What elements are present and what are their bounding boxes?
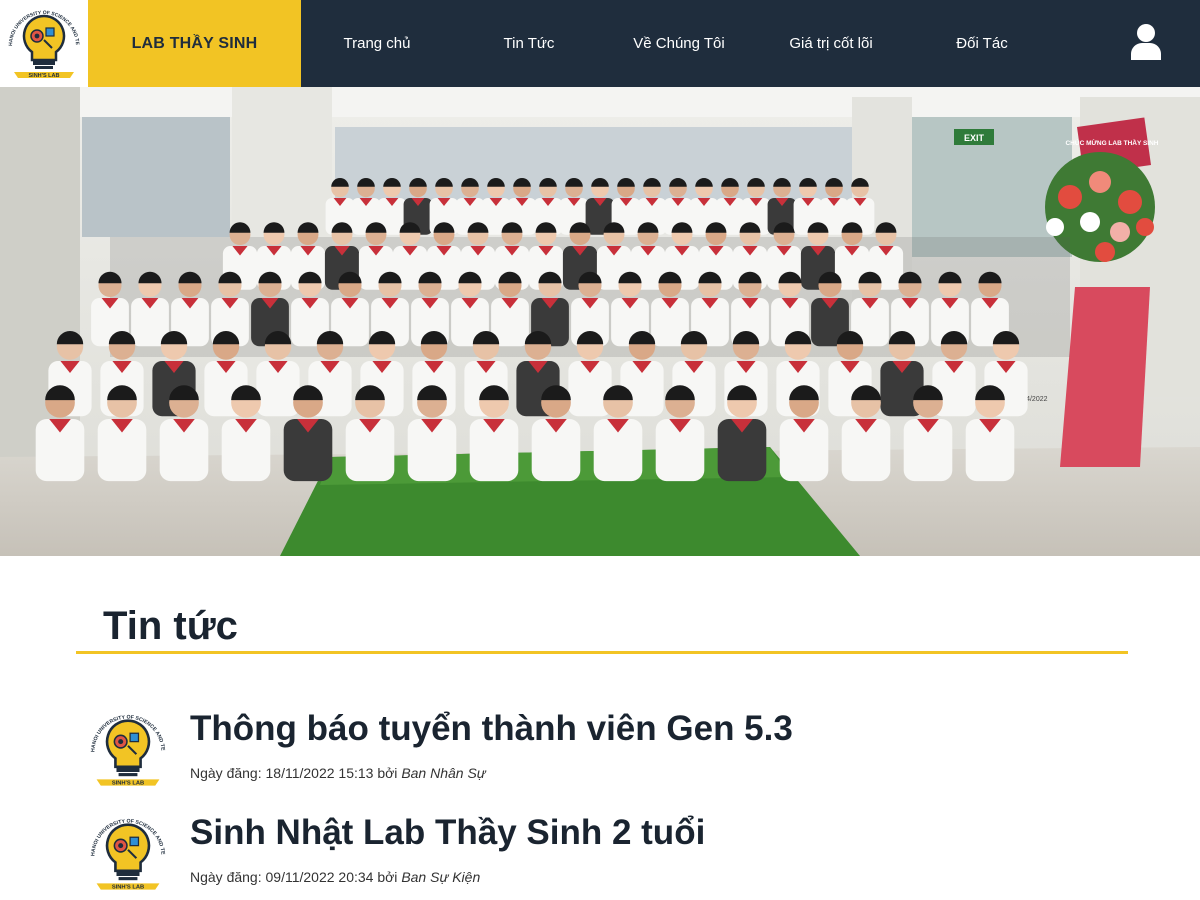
nav-partners[interactable]: Đối Tác xyxy=(921,0,1043,87)
lightbulb-logo-icon: SINH'S LAB HANOI UNIVERSITY OF SCIENCE A… xyxy=(2,2,80,79)
nav-core-values[interactable]: Giá trị cốt lõi xyxy=(770,0,892,87)
nav-home[interactable]: Trang chủ xyxy=(316,0,438,87)
lightbulb-logo-icon: SINH'S LAB HANOI UNIVERSITY OF SCIENCE A… xyxy=(82,702,166,787)
article-author[interactable]: Ban Sự Kiện xyxy=(401,869,480,885)
article-meta: Ngày đăng: 09/11/2022 20:34 bởi Ban Sự K… xyxy=(190,869,480,885)
top-navbar: SINH'S LAB HANOI UNIVERSITY OF SCIENCE A… xyxy=(0,0,1200,87)
article-date: Ngày đăng: 09/11/2022 20:34 bởi xyxy=(190,869,402,885)
article-thumbnail[interactable]: SINH'S LAB HANOI UNIVERSITY OF SCIENCE A… xyxy=(82,806,172,898)
logo-ribbon-text: SINH'S LAB xyxy=(29,73,60,79)
article-meta: Ngày đăng: 18/11/2022 15:13 bởi Ban Nhân… xyxy=(190,765,486,781)
logo-ribbon-text: SINH'S LAB xyxy=(112,781,144,787)
hero-group-photo: EXIT CHÚC MỪNG LAB THẦY SINH 20/04/2022 xyxy=(0,87,1200,556)
user-account-icon[interactable] xyxy=(1128,22,1164,62)
nav-about[interactable]: Về Chúng Tôi xyxy=(618,0,740,87)
news-heading-divider xyxy=(76,651,1128,654)
site-logo[interactable]: SINH'S LAB HANOI UNIVERSITY OF SCIENCE A… xyxy=(0,0,88,87)
logo-ribbon-text: SINH'S LAB xyxy=(112,885,144,891)
news-section-heading: Tin tức xyxy=(103,604,238,648)
article-title[interactable]: Thông báo tuyển thành viên Gen 5.3 xyxy=(190,708,793,750)
article-thumbnail[interactable]: SINH'S LAB HANOI UNIVERSITY OF SCIENCE A… xyxy=(82,702,172,794)
hero-photo-illustration: EXIT CHÚC MỪNG LAB THẦY SINH 20/04/2022 xyxy=(0,87,1200,556)
lightbulb-logo-icon: SINH'S LAB HANOI UNIVERSITY OF SCIENCE A… xyxy=(82,806,166,891)
article-title[interactable]: Sinh Nhật Lab Thầy Sinh 2 tuổi xyxy=(190,812,705,854)
brand-link[interactable]: LAB THẦY SINH xyxy=(88,0,301,87)
nav-news[interactable]: Tin Tức xyxy=(468,0,590,87)
article-date: Ngày đăng: 18/11/2022 15:13 bởi xyxy=(190,765,402,781)
exit-sign-text: EXIT xyxy=(964,133,985,143)
article-author[interactable]: Ban Nhân Sự xyxy=(401,765,485,781)
